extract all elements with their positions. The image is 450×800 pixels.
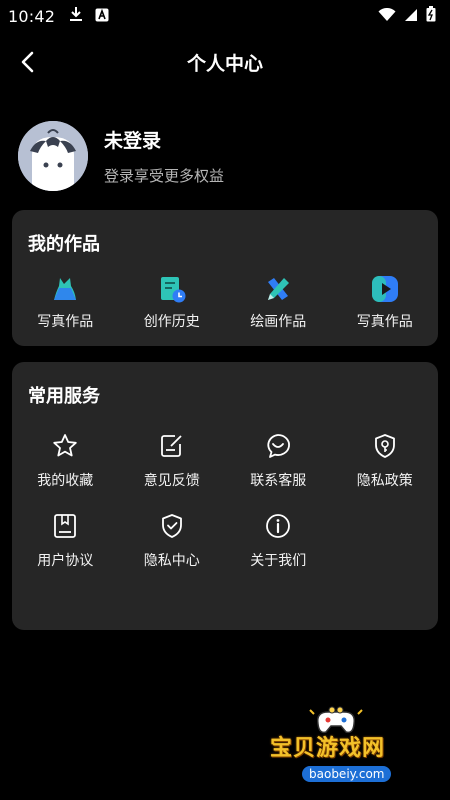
service-customer-support[interactable]: 联系客服 [225, 432, 332, 490]
dress-icon [54, 278, 77, 300]
download-icon [69, 6, 83, 26]
edit-note-icon [160, 435, 182, 457]
work-item-portrait[interactable]: 写真作品 [12, 274, 119, 331]
profile-text: 未登录 登录享受更多权益 [104, 126, 224, 186]
app-bar: 个人中心 [0, 38, 450, 86]
service-label: 我的收藏 [37, 473, 94, 489]
watermark: 宝贝游戏网 baobeiy.com [270, 704, 420, 784]
services-title: 常用服务 [28, 386, 100, 407]
status-time: 10:42 [8, 6, 56, 26]
brush-icon [268, 278, 290, 300]
battery-icon [426, 6, 436, 26]
star-icon [53, 434, 77, 457]
work-item-drawing[interactable]: 绘画作品 [225, 274, 332, 331]
a-box-icon [95, 7, 109, 26]
work-item-history[interactable]: 创作历史 [119, 274, 226, 331]
service-about-us[interactable]: 关于我们 [225, 512, 332, 570]
avatar[interactable] [18, 121, 88, 191]
service-label: 用户协议 [37, 553, 94, 569]
services-card: 常用服务 我的收藏 意见反馈 联系客服 隐私政策 用户协议 隐私中心 关于我们 [12, 362, 438, 630]
status-bar: 10:42 [0, 0, 450, 32]
my-works-title: 我的作品 [28, 234, 100, 255]
work-item-label: 写真作品 [356, 314, 413, 330]
service-label: 关于我们 [250, 553, 307, 569]
services-row: 我的收藏 意见反馈 联系客服 隐私政策 [12, 432, 438, 490]
services-row: 用户协议 隐私中心 关于我们 [12, 512, 438, 570]
service-label: 隐私中心 [143, 553, 200, 569]
service-label: 隐私政策 [356, 473, 413, 489]
watermark-url: baobeiy.com [302, 766, 392, 782]
profile-subtitle: 登录享受更多权益 [104, 167, 225, 185]
wifi-icon [378, 7, 396, 26]
profile-section[interactable]: 未登录 登录享受更多权益 [18, 118, 432, 194]
service-favorites[interactable]: 我的收藏 [12, 432, 119, 490]
work-item-video[interactable]: 写真作品 [332, 274, 439, 331]
work-item-label: 绘画作品 [250, 314, 307, 330]
my-works-card: 我的作品 写真作品 创作历史 绘画作品 写真作品 [12, 210, 438, 346]
my-works-grid: 写真作品 创作历史 绘画作品 写真作品 [12, 274, 438, 331]
status-left-icons [69, 6, 109, 26]
chat-smile-icon [267, 434, 291, 458]
bookmark-doc-icon [54, 514, 77, 538]
service-user-agreement[interactable]: 用户协议 [12, 512, 119, 570]
info-icon [266, 514, 291, 538]
service-privacy-policy[interactable]: 隐私政策 [332, 432, 439, 490]
page-title: 个人中心 [186, 52, 263, 75]
service-privacy-center[interactable]: 隐私中心 [119, 512, 226, 570]
back-button[interactable] [14, 48, 42, 76]
history-doc-icon [160, 277, 186, 303]
service-label: 意见反馈 [143, 473, 200, 489]
service-label: 联系客服 [250, 473, 307, 489]
watermark-title: 宝贝游戏网 [270, 736, 386, 761]
work-item-label: 写真作品 [37, 314, 94, 330]
profile-name[interactable]: 未登录 [104, 126, 224, 153]
play-icon [371, 276, 398, 302]
chevron-left-icon [21, 51, 34, 73]
signal-icon [404, 7, 418, 26]
shield-check-icon [161, 514, 182, 538]
shield-key-icon [374, 434, 395, 458]
work-item-label: 创作历史 [143, 314, 200, 330]
service-feedback[interactable]: 意见反馈 [119, 432, 226, 490]
status-right-icons [378, 6, 436, 26]
